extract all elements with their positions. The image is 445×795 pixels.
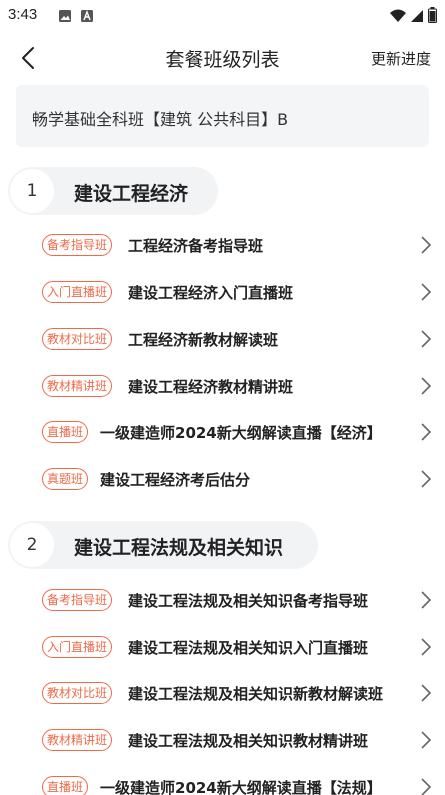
a-app-icon (80, 8, 94, 27)
nav-bar: 套餐班级列表 更新进度 (0, 34, 445, 80)
course-tag: 直播班 (42, 421, 89, 443)
course-row[interactable]: 直播班 一级建造师2024新大纲解读直播【法规】 (0, 765, 445, 795)
chevron-right-icon (419, 329, 433, 349)
package-name: 畅学基础全科班【建筑 公共科目】B (32, 110, 289, 129)
course-row[interactable]: 入门直播班 建设工程经济入门直播班 (0, 270, 445, 316)
chevron-right-icon (419, 469, 433, 489)
section-title: 建设工程法规及相关知识 (74, 537, 284, 559)
chevron-right-icon (419, 637, 433, 657)
chevron-right-icon (419, 422, 433, 442)
battery-icon (428, 7, 437, 27)
course-name: 工程经济备考指导班 (128, 237, 264, 255)
signal-icon (410, 8, 424, 27)
course-name: 建设工程经济考后估分 (100, 471, 251, 489)
course-row[interactable]: 直播班 一级建造师2024新大纲解读直播【经济】 (0, 410, 445, 456)
wifi-icon (390, 8, 406, 27)
package-card: 畅学基础全科班【建筑 公共科目】B (16, 85, 429, 147)
course-row[interactable]: 入门直播班 建设工程法规及相关知识入门直播班 (0, 625, 445, 671)
course-tag: 教材精讲班 (42, 375, 113, 397)
course-row[interactable]: 备考指导班 工程经济备考指导班 (0, 223, 445, 269)
course-tag: 教材对比班 (42, 328, 113, 350)
course-row[interactable]: 教材精讲班 建设工程法规及相关知识教材精讲班 (0, 718, 445, 764)
course-name: 工程经济新教材解读班 (128, 331, 279, 349)
course-name: 建设工程法规及相关知识入门直播班 (128, 639, 369, 657)
course-name: 一级建造师2024新大纲解读直播【经济】 (100, 424, 382, 442)
course-tag: 备考指导班 (42, 234, 113, 256)
course-tag: 备考指导班 (42, 589, 113, 611)
chevron-right-icon (419, 730, 433, 750)
course-row[interactable]: 教材对比班 工程经济新教材解读班 (0, 317, 445, 363)
course-row[interactable]: 备考指导班 建设工程法规及相关知识备考指导班 (0, 578, 445, 624)
section-title: 建设工程经济 (74, 183, 189, 205)
image-icon (58, 8, 72, 27)
chevron-right-icon (419, 235, 433, 255)
section-number: 1 (10, 169, 54, 213)
course-name: 建设工程经济入门直播班 (128, 284, 294, 302)
course-name: 建设工程法规及相关知识备考指导班 (128, 592, 369, 610)
status-left-icons (58, 8, 94, 27)
chevron-right-icon (419, 683, 433, 703)
section-number: 2 (10, 523, 54, 567)
course-name: 建设工程法规及相关知识新教材解读班 (128, 685, 384, 703)
chevron-right-icon (419, 590, 433, 610)
course-row[interactable]: 教材对比班 建设工程法规及相关知识新教材解读班 (0, 671, 445, 717)
course-tag: 直播班 (42, 776, 89, 795)
course-name: 一级建造师2024新大纲解读直播【法规】 (100, 779, 382, 795)
course-name: 建设工程法规及相关知识教材精讲班 (128, 732, 369, 750)
course-tag: 真题班 (42, 468, 89, 490)
chevron-right-icon (419, 777, 433, 795)
status-right-icons (390, 7, 437, 27)
chevron-right-icon (419, 282, 433, 302)
update-progress-button[interactable]: 更新进度 (371, 48, 431, 69)
course-row[interactable]: 教材精讲班 建设工程经济教材精讲班 (0, 364, 445, 410)
course-tag: 入门直播班 (42, 636, 113, 658)
course-tag: 教材对比班 (42, 682, 113, 704)
status-bar: 3:43 (0, 0, 445, 30)
course-tag: 教材精讲班 (42, 729, 113, 751)
course-name: 建设工程经济教材精讲班 (128, 378, 294, 396)
chevron-right-icon (419, 376, 433, 396)
course-row[interactable]: 真题班 建设工程经济考后估分 (0, 457, 445, 503)
course-tag: 入门直播班 (42, 281, 113, 303)
status-time: 3:43 (8, 6, 38, 23)
